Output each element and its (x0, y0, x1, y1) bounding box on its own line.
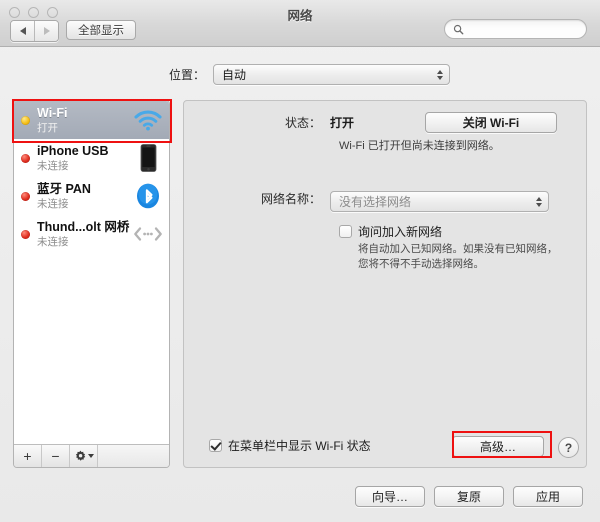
status-label: 状态： (284, 116, 321, 130)
thunderbolt-bridge-icon (133, 219, 163, 249)
service-state: 未连接 (37, 159, 69, 172)
service-state: 未连接 (37, 235, 69, 248)
service-name: Thund...olt 网桥 (37, 220, 130, 235)
advanced-button[interactable]: 高级… (452, 436, 544, 457)
help-button[interactable]: ? (558, 437, 579, 458)
wifi-icon (133, 105, 163, 135)
remove-service-button[interactable]: − (42, 445, 70, 467)
title-bar: 网络 全部显示 (0, 0, 600, 47)
ask-to-join-description: 将自动加入已知网络。如果没有已知网络，您将不得不手动选择网络。 (358, 243, 558, 271)
back-button[interactable] (11, 21, 34, 41)
wifi-detail-panel: 状态： 打开 关闭 Wi-Fi Wi-Fi 已打开但尚未连接到网络。 网络名称：… (183, 100, 587, 468)
ask-to-join-checkbox-row[interactable]: 询问加入新网络 (339, 223, 442, 240)
forward-button[interactable] (34, 21, 58, 41)
service-list-footer: + − (14, 444, 169, 467)
stepper-icon (437, 69, 443, 80)
iphone-icon (133, 143, 163, 173)
service-text: iPhone USB 未连接 (37, 144, 130, 172)
triangle-right-icon (43, 27, 50, 35)
bluetooth-icon (133, 181, 163, 211)
service-list-panel: Wi-Fi 打开 iPhone USB 未连接 蓝牙 PAN 未连接 Thund… (13, 100, 170, 468)
gear-icon[interactable] (70, 445, 98, 467)
add-service-button[interactable]: + (14, 445, 42, 467)
search-icon (453, 24, 464, 34)
status-description: Wi-Fi 已打开但尚未连接到网络。 (339, 140, 500, 152)
show-wifi-status-checkbox-row[interactable]: 在菜单栏中显示 Wi-Fi 状态 (209, 437, 371, 454)
service-name: iPhone USB (37, 144, 109, 159)
service-state: 打开 (37, 121, 58, 134)
service-text: 蓝牙 PAN 未连接 (37, 182, 130, 210)
network-name-row: 网络名称： 没有选择网络 (184, 191, 588, 212)
navigation-buttons (10, 20, 59, 42)
search-field[interactable] (444, 19, 587, 39)
service-name: 蓝牙 PAN (37, 182, 91, 197)
status-dot-icon (21, 191, 30, 201)
service-text: Wi-Fi 打开 (37, 106, 130, 134)
network-name-value: 没有选择网络 (339, 195, 412, 209)
service-name: Wi-Fi (37, 106, 68, 121)
location-row: 位置： 自动 (0, 64, 600, 85)
bluetooth-pan-service-row[interactable]: 蓝牙 PAN 未连接 (14, 177, 169, 215)
iphone-usb-service-row[interactable]: iPhone USB 未连接 (14, 139, 169, 177)
show-all-button[interactable]: 全部显示 (66, 20, 136, 40)
service-text: Thund...olt 网桥 未连接 (37, 220, 130, 248)
footer-filler (98, 445, 169, 467)
status-dot-icon (21, 229, 30, 239)
show-wifi-status-label: 在菜单栏中显示 Wi-Fi 状态 (228, 439, 371, 453)
location-label: 位置： (168, 68, 205, 82)
network-name-popup-button[interactable]: 没有选择网络 (330, 191, 549, 212)
location-selected-value: 自动 (222, 68, 247, 82)
status-dot-icon (21, 153, 30, 163)
network-name-label: 网络名称： (260, 192, 321, 206)
service-list: Wi-Fi 打开 iPhone USB 未连接 蓝牙 PAN 未连接 Thund… (14, 101, 169, 445)
status-dot-icon (21, 115, 30, 125)
location-popup-button[interactable]: 自动 (213, 64, 450, 85)
assist-me-button[interactable]: 向导… (355, 486, 425, 507)
network-preferences-window: 网络 全部显示 位置： 自动 Wi-Fi 打开 iPhone USB 未连接 蓝… (0, 0, 600, 522)
ask-to-join-checkbox[interactable] (339, 225, 352, 238)
ask-to-join-label: 询问加入新网络 (358, 225, 443, 239)
bottom-button-bar: 向导… 复原 应用 (0, 486, 600, 507)
stepper-icon (536, 196, 542, 207)
wifi-service-row[interactable]: Wi-Fi 打开 (14, 101, 169, 139)
status-value: 打开 (330, 116, 355, 130)
apply-button[interactable]: 应用 (513, 486, 583, 507)
search-input[interactable] (467, 22, 581, 36)
thunderbolt-bridge-service-row[interactable]: Thund...olt 网桥 未连接 (14, 215, 169, 253)
turn-wifi-off-button[interactable]: 关闭 Wi-Fi (425, 112, 557, 133)
service-state: 未连接 (37, 197, 69, 210)
show-wifi-status-checkbox[interactable] (209, 439, 222, 452)
triangle-left-icon (19, 27, 26, 35)
revert-button[interactable]: 复原 (434, 486, 504, 507)
